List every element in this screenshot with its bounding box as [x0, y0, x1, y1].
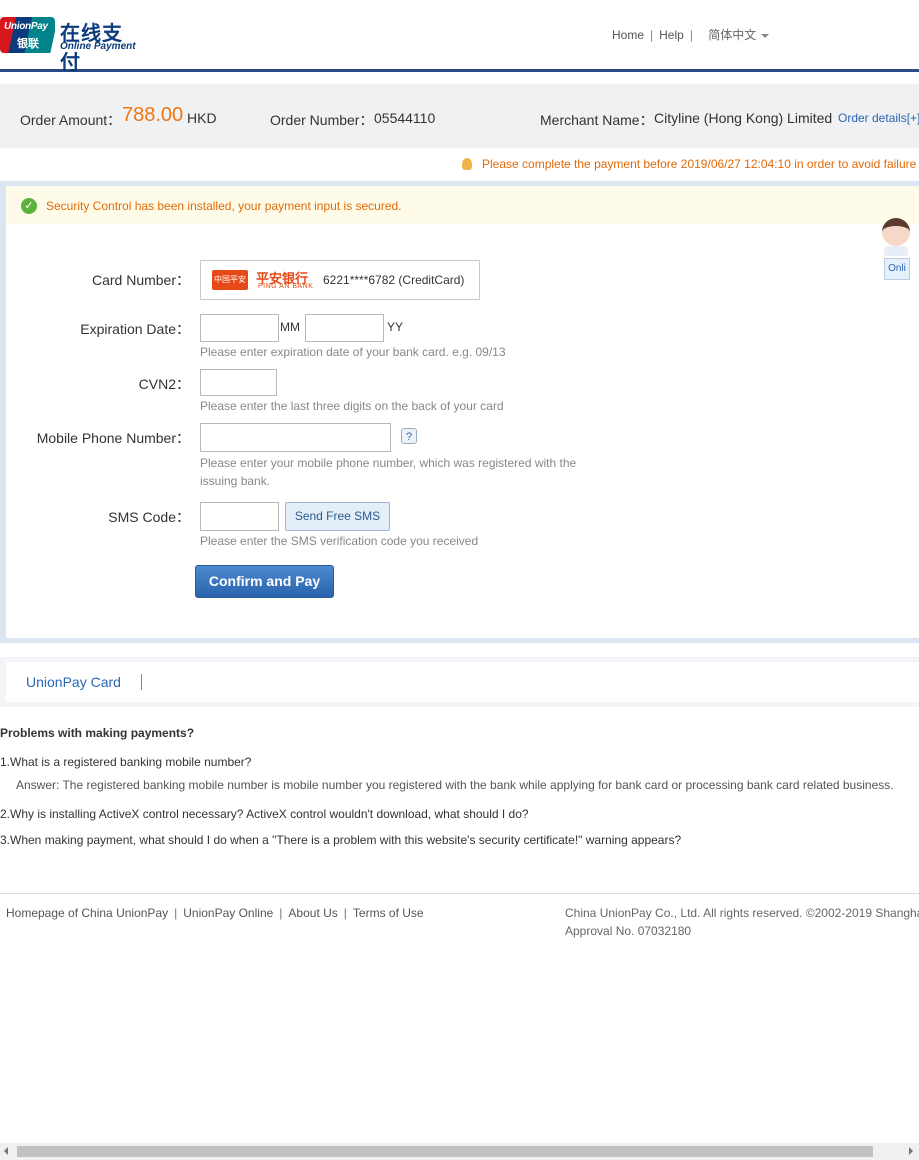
nav-home-link[interactable]: Home: [612, 28, 644, 42]
top-nav: Home | Help | 简体中文: [612, 26, 770, 43]
mobile-phone-input[interactable]: [200, 423, 391, 452]
card-number-value: 6221****6782 (CreditCard): [323, 273, 465, 287]
card-number-label: Card Number：: [91, 272, 190, 288]
deadline-text: Please complete the payment before 2019/…: [482, 157, 917, 171]
footer-link-about[interactable]: About Us: [288, 906, 337, 920]
scroll-left-arrow-icon[interactable]: [4, 1147, 8, 1155]
faq-question-3[interactable]: 3.When making payment, what should I do …: [0, 833, 681, 847]
scroll-right-arrow-icon[interactable]: [909, 1147, 913, 1155]
faq-answer-1: Answer: The registered banking mobile nu…: [16, 778, 894, 792]
faq-question-1[interactable]: 1.What is a registered banking mobile nu…: [0, 755, 251, 769]
order-currency: HKD: [187, 110, 217, 126]
scrollbar-thumb[interactable]: [17, 1146, 873, 1157]
expiration-date-label: Expiration Date：: [80, 321, 190, 337]
sms-code-hint: Please enter the SMS verification code y…: [200, 534, 479, 548]
sms-code-input[interactable]: [200, 502, 279, 531]
footer-link-home[interactable]: Homepage of China UnionPay: [6, 906, 168, 920]
online-assistant-widget[interactable]: Onli: [880, 218, 912, 280]
order-number-label: Order Number：: [270, 112, 374, 128]
merchant-name-label: Merchant Name：: [540, 112, 654, 128]
faq-question-2[interactable]: 2.Why is installing ActiveX control nece…: [0, 807, 529, 821]
bank-name-en: PING AN BANK: [258, 283, 314, 290]
expiration-year-input[interactable]: [305, 314, 384, 342]
order-amount-value: 788.00: [122, 104, 184, 126]
bank-logo-icon: 中国平安: [212, 270, 248, 290]
language-label: 简体中文: [708, 28, 757, 42]
order-amount-label: Order Amount：: [20, 112, 122, 128]
footer-copyright: China UnionPay Co., Ltd. All rights rese…: [565, 906, 919, 920]
help-question-icon[interactable]: ?: [401, 428, 417, 444]
assistant-avatar-icon: [882, 218, 910, 246]
check-circle-icon: ✓: [21, 198, 37, 214]
confirm-and-pay-button[interactable]: Confirm and Pay: [195, 565, 334, 598]
logo-title-en: Online Payment: [60, 41, 136, 52]
faq-title: Problems with making payments?: [0, 726, 195, 740]
expiration-month-input[interactable]: [200, 314, 279, 342]
merchant-name-value: Cityline (Hong Kong) Limited: [654, 110, 833, 126]
security-notice-text: Security Control has been installed, you…: [46, 199, 402, 213]
year-unit-label: YY: [387, 320, 404, 334]
cvn2-label: CVN2：: [138, 376, 190, 392]
order-details-link[interactable]: Order details[+]: [838, 111, 919, 125]
unionpay-badge: UnionPay 银联: [0, 17, 55, 53]
assistant-label: Onli: [884, 258, 910, 280]
nav-help-link[interactable]: Help: [659, 28, 684, 42]
month-unit-label: MM: [280, 320, 300, 334]
tab-divider: [141, 674, 142, 690]
footer-divider: [0, 893, 919, 894]
tab-unionpay-card[interactable]: UnionPay Card: [26, 674, 121, 690]
payment-method-tabs-body: [6, 662, 919, 702]
sms-code-label: SMS Code：: [108, 509, 190, 525]
chevron-down-icon: [761, 33, 770, 38]
footer-approval: Approval No. 07032180: [565, 924, 692, 938]
mobile-phone-hint: Please enter your mobile phone number, w…: [200, 456, 577, 488]
lightbulb-icon: [462, 157, 472, 170]
send-sms-button[interactable]: Send Free SMS: [285, 502, 390, 531]
footer-links: Homepage of China UnionPay | UnionPay Onli…: [6, 906, 424, 920]
logo-badge-en: UnionPay: [4, 21, 48, 32]
cvn2-input[interactable]: [200, 369, 277, 396]
logo-badge-cn: 银联: [17, 38, 39, 50]
payment-deadline-notice: Please complete the payment before 2019/…: [462, 157, 916, 171]
cvn2-hint: Please enter the last three digits on th…: [200, 399, 504, 413]
footer-link-terms[interactable]: Terms of Use: [353, 906, 424, 920]
expiration-hint: Please enter expiration date of your ban…: [200, 345, 506, 359]
language-selector[interactable]: 简体中文: [708, 28, 770, 42]
mobile-phone-label: Mobile Phone Number：: [36, 430, 190, 446]
order-number-value: 05544110: [374, 110, 436, 126]
unionpay-logo[interactable]: UnionPay 银联 在线支付 Online Payment: [0, 17, 140, 74]
footer-link-online[interactable]: UnionPay Online: [183, 906, 273, 920]
